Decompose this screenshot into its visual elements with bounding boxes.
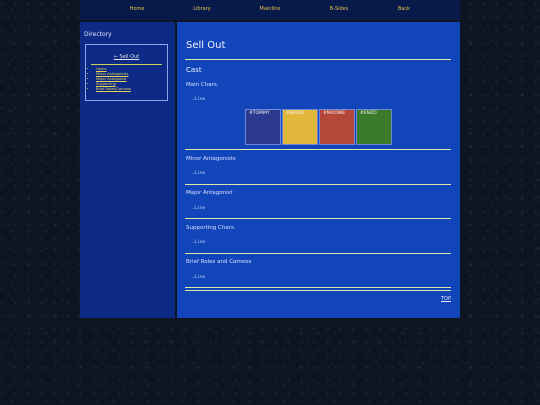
section-heading-main-chars: Main Chars. [186, 82, 219, 88]
cast-heading: Cast [186, 66, 202, 74]
section-divider [185, 253, 451, 254]
current-page-link[interactable]: ← Sell Out [86, 54, 167, 60]
section-divider [185, 218, 451, 219]
character-alt-birdie: #BIRDIE [286, 111, 305, 116]
section-line-supporting: .Line [189, 240, 206, 245]
character-image-moonie[interactable]: #MOONIE [319, 109, 355, 145]
nav-link-library[interactable]: Library [193, 6, 210, 12]
directory-link-brief-roles[interactable]: Brief Roles/Cameos [96, 87, 131, 92]
character-image-birdie[interactable]: #BIRDIE [282, 109, 318, 145]
character-alt-enzo: #ENZO [360, 111, 377, 116]
directory-box: ← Sell Out Home Minor Antagonists Major … [85, 44, 168, 101]
nav-link-b-sides[interactable]: B-Sides [330, 6, 349, 12]
character-alt-moonie: #MOONIE [323, 111, 346, 116]
page-title: Sell Out [186, 40, 226, 51]
top-navigation: Home Library Mainline B-Sides Back [80, 0, 460, 20]
section-divider [185, 184, 451, 185]
section-heading-major-antagonist: Major Antagonist [186, 190, 233, 196]
main-content [177, 22, 460, 318]
section-heading-minor-antagonists: Minor Antagonists [186, 156, 236, 162]
directory-list: Home Minor Antagonists Major Antagonist … [92, 67, 131, 92]
section-line-major-antagonist: .Line [189, 206, 206, 211]
section-heading-supporting: Supporting Chars. [186, 225, 236, 231]
section-divider [185, 149, 451, 150]
nav-link-back[interactable]: Back [398, 6, 410, 12]
character-image-enzo[interactable]: #ENZO [356, 109, 392, 145]
footer-divider [185, 287, 451, 288]
character-image-tommy[interactable]: #TOMMY [245, 109, 281, 145]
back-to-top-link[interactable]: TOP [441, 296, 451, 302]
section-line-main-chars: .Line [189, 97, 206, 102]
directory-divider [91, 64, 162, 65]
section-heading-brief-roles: Brief Roles and Cameos [186, 259, 252, 265]
title-divider [185, 59, 451, 60]
character-alt-tommy: #TOMMY [249, 111, 270, 116]
footer-divider [185, 290, 451, 291]
sidebar-title: Directory [84, 31, 112, 38]
section-line-minor-antagonists: .Line [189, 171, 206, 176]
section-line-brief-roles: .Line [189, 275, 206, 280]
nav-link-home[interactable]: Home [130, 6, 145, 12]
nav-link-mainline[interactable]: Mainline [260, 6, 281, 12]
